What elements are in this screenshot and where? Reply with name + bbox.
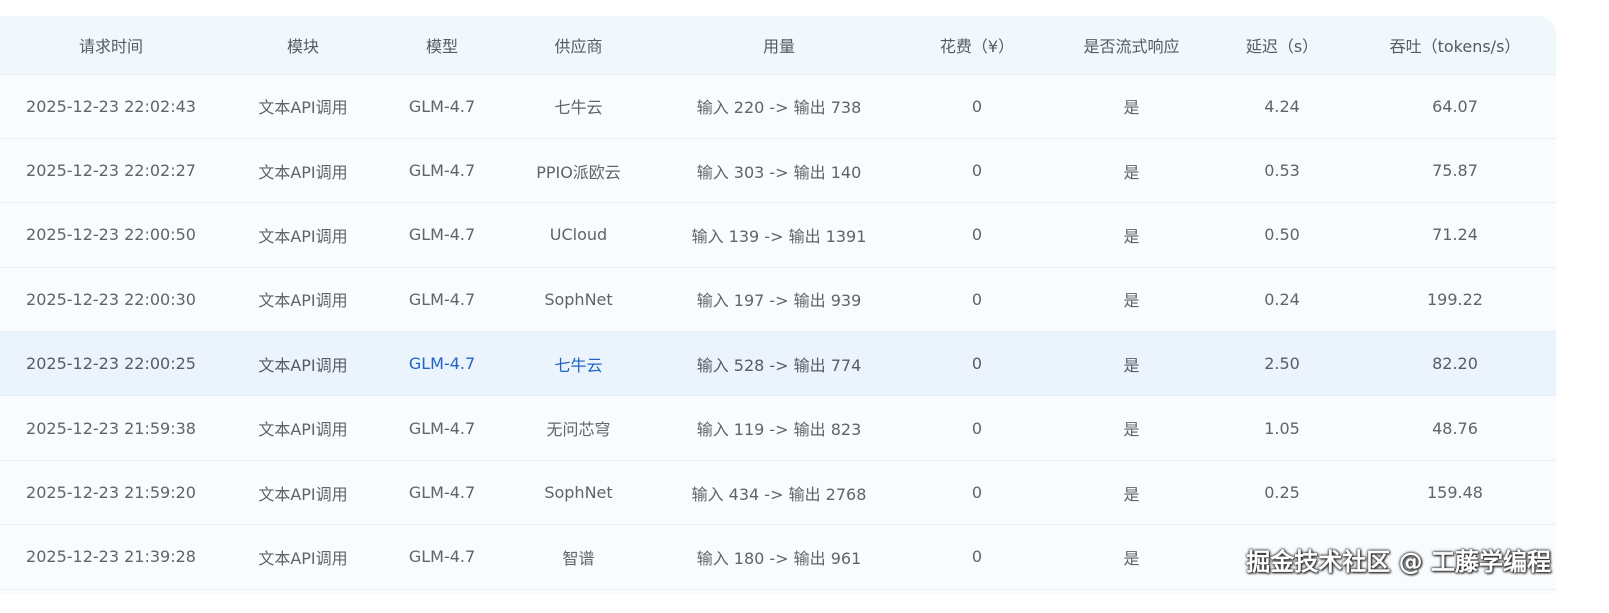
cell-cost: 0 [901, 524, 1053, 590]
cell-model: GLM-4.7 [384, 460, 500, 526]
cell-model-link[interactable]: GLM-4.7 [384, 331, 500, 397]
table-row[interactable]: 2025-12-23 21:59:38 文本API调用 GLM-4.7 无问芯穹… [0, 395, 1556, 461]
cell-model: GLM-4.7 [384, 267, 500, 333]
column-header-request-time[interactable]: 请求时间 [0, 16, 222, 75]
cell-latency: 0.25 [1210, 460, 1354, 526]
cell-provider: 七牛云 [500, 74, 657, 139]
cell-cost: 0 [901, 202, 1053, 268]
usage-log-table: 请求时间 模块 模型 供应商 用量 花费（¥） 是否流式响应 延迟（s） 吞吐（… [0, 16, 1556, 590]
cell-latency: 1.05 [1210, 395, 1354, 461]
cell-usage: 输入 197 -> 输出 939 [657, 267, 901, 333]
cell-time: 2025-12-23 21:59:38 [0, 395, 222, 461]
cell-module: 文本API调用 [222, 267, 384, 333]
cell-module: 文本API调用 [222, 74, 384, 139]
cell-model: GLM-4.7 [384, 74, 500, 139]
column-header-module[interactable]: 模块 [222, 16, 384, 75]
usage-log-table-container: 请求时间 模块 模型 供应商 用量 花费（¥） 是否流式响应 延迟（s） 吞吐（… [0, 16, 1556, 594]
cell-usage: 输入 180 -> 输出 961 [657, 524, 901, 590]
cell-time: 2025-12-23 21:59:20 [0, 460, 222, 526]
cell-streaming: 是 [1053, 202, 1210, 268]
cell-streaming: 是 [1053, 138, 1210, 204]
cell-time: 2025-12-23 22:02:27 [0, 138, 222, 204]
table-row[interactable]: 2025-12-23 22:02:43 文本API调用 GLM-4.7 七牛云 … [0, 74, 1556, 139]
cell-provider-link[interactable]: 七牛云 [500, 331, 657, 397]
cell-module: 文本API调用 [222, 460, 384, 526]
cell-throughput: 75.87 [1354, 138, 1556, 204]
cell-provider: SophNet [500, 460, 657, 526]
cell-cost: 0 [901, 138, 1053, 204]
cell-provider: 无问芯穹 [500, 395, 657, 461]
cell-throughput: 48.76 [1354, 395, 1556, 461]
cell-model: GLM-4.7 [384, 138, 500, 204]
cell-streaming: 是 [1053, 395, 1210, 461]
cell-throughput: 82.20 [1354, 331, 1556, 397]
cell-cost: 0 [901, 74, 1053, 139]
cell-usage: 输入 303 -> 输出 140 [657, 138, 901, 204]
cell-module: 文本API调用 [222, 395, 384, 461]
column-header-usage[interactable]: 用量 [657, 16, 901, 75]
cell-latency: 0.50 [1210, 202, 1354, 268]
cell-throughput: 199.22 [1354, 267, 1556, 333]
cell-module: 文本API调用 [222, 202, 384, 268]
cell-usage: 输入 139 -> 输出 1391 [657, 202, 901, 268]
cell-provider: SophNet [500, 267, 657, 333]
cell-provider: UCloud [500, 202, 657, 268]
cell-cost: 0 [901, 395, 1053, 461]
cell-streaming: 是 [1053, 267, 1210, 333]
cell-usage: 输入 434 -> 输出 2768 [657, 460, 901, 526]
cell-streaming: 是 [1053, 460, 1210, 526]
cell-module: 文本API调用 [222, 138, 384, 204]
cell-usage: 输入 220 -> 输出 738 [657, 74, 901, 139]
cell-latency: 0.53 [1210, 138, 1354, 204]
cell-latency: 4.24 [1210, 74, 1354, 139]
table-row[interactable]: 2025-12-23 22:02:27 文本API调用 GLM-4.7 PPIO… [0, 138, 1556, 204]
table-row[interactable]: 2025-12-23 22:00:50 文本API调用 GLM-4.7 UClo… [0, 202, 1556, 268]
cell-throughput: 64.07 [1354, 74, 1556, 139]
column-header-streaming[interactable]: 是否流式响应 [1053, 16, 1210, 75]
cell-streaming: 是 [1053, 524, 1210, 590]
cell-module: 文本API调用 [222, 524, 384, 590]
watermark: 掘金技术社区 @ 工藤学编程 [1246, 548, 1551, 576]
cell-model: GLM-4.7 [384, 524, 500, 590]
cell-usage: 输入 528 -> 输出 774 [657, 331, 901, 397]
cell-throughput: 159.48 [1354, 460, 1556, 526]
cell-module: 文本API调用 [222, 331, 384, 397]
column-header-model[interactable]: 模型 [384, 16, 500, 75]
cell-streaming: 是 [1053, 331, 1210, 397]
table-row-hovered[interactable]: 2025-12-23 22:00:25 文本API调用 GLM-4.7 七牛云 … [0, 331, 1556, 397]
column-header-cost[interactable]: 花费（¥） [901, 16, 1053, 75]
cell-model: GLM-4.7 [384, 202, 500, 268]
cell-provider: 智谱 [500, 524, 657, 590]
column-header-latency[interactable]: 延迟（s） [1210, 16, 1354, 75]
table-row[interactable]: 2025-12-23 22:00:30 文本API调用 GLM-4.7 Soph… [0, 267, 1556, 333]
cell-model: GLM-4.7 [384, 395, 500, 461]
cell-time: 2025-12-23 22:00:30 [0, 267, 222, 333]
column-header-throughput[interactable]: 吞吐（tokens/s） [1354, 16, 1556, 75]
cell-cost: 0 [901, 331, 1053, 397]
cell-cost: 0 [901, 267, 1053, 333]
table-row[interactable]: 2025-12-23 21:59:20 文本API调用 GLM-4.7 Soph… [0, 460, 1556, 526]
cell-provider: PPIO派欧云 [500, 138, 657, 204]
cell-latency: 0.24 [1210, 267, 1354, 333]
cell-time: 2025-12-23 22:00:50 [0, 202, 222, 268]
cell-time: 2025-12-23 22:00:25 [0, 331, 222, 397]
cell-latency: 2.50 [1210, 331, 1354, 397]
cell-streaming: 是 [1053, 74, 1210, 139]
cell-usage: 输入 119 -> 输出 823 [657, 395, 901, 461]
cell-cost: 0 [901, 460, 1053, 526]
cell-time: 2025-12-23 22:02:43 [0, 74, 222, 139]
table-header-row: 请求时间 模块 模型 供应商 用量 花费（¥） 是否流式响应 延迟（s） 吞吐（… [0, 16, 1556, 75]
cell-time: 2025-12-23 21:39:28 [0, 524, 222, 590]
column-header-provider[interactable]: 供应商 [500, 16, 657, 75]
cell-throughput: 71.24 [1354, 202, 1556, 268]
